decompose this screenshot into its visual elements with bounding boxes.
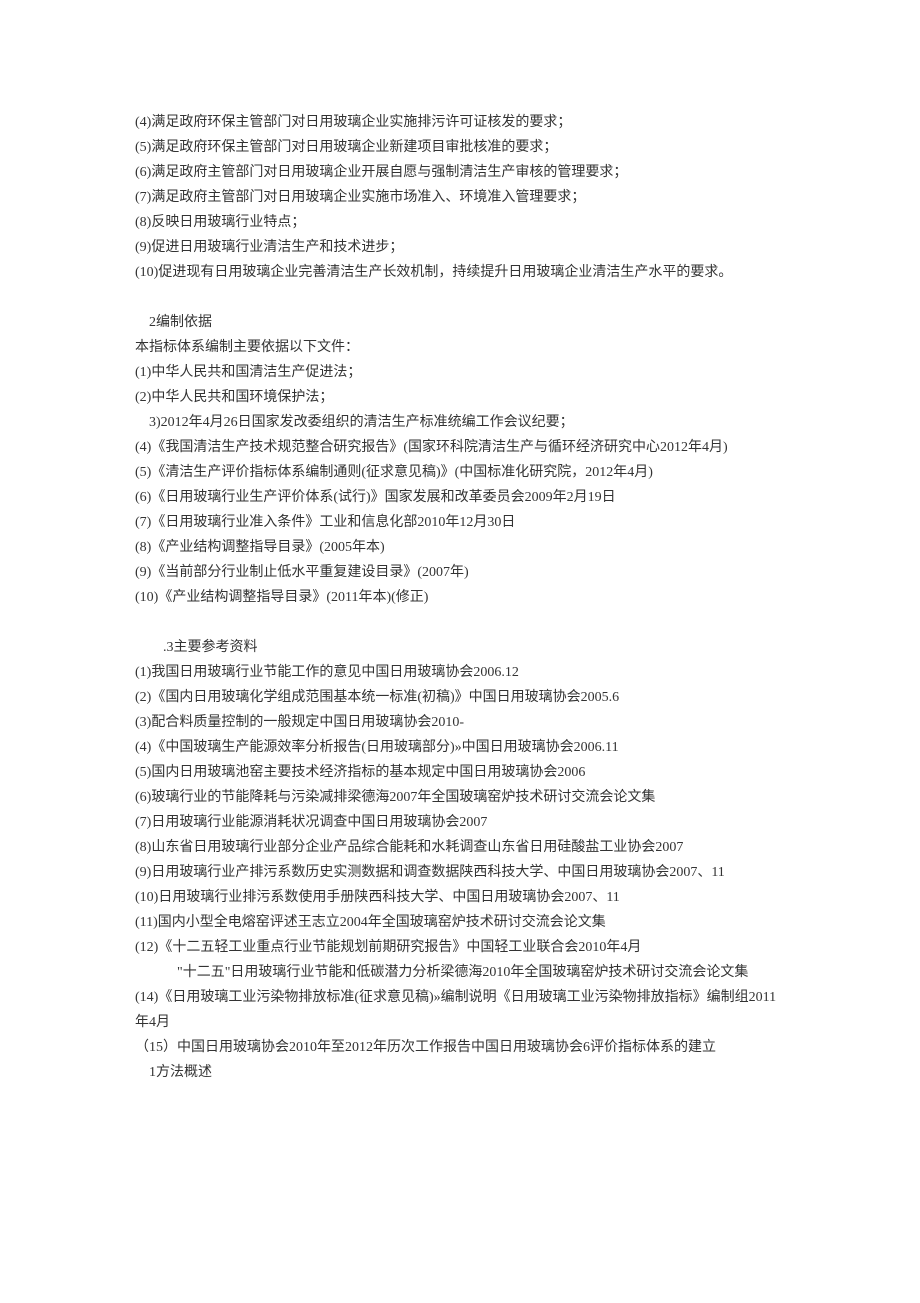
section-basis: 2编制依据 本指标体系编制主要依据以下文件： (1)中华人民共和国清洁生产促进法… — [135, 310, 785, 610]
list-item: (4)满足政府环保主管部门对日用玻璃企业实施排污许可证核发的要求； — [135, 110, 785, 135]
list-item: (7)《日用玻璃行业准入条件》工业和信息化部2010年12月30日 — [135, 510, 785, 535]
list-item: (14)《日用玻璃工业污染物排放标准(征求意见稿)»编制说明《日用玻璃工业污染物… — [135, 985, 785, 1035]
list-item: (9)日用玻璃行业产排污系数历史实测数据和调查数据陕西科技大学、中国日用玻璃协会… — [135, 860, 785, 885]
list-item: (7)日用玻璃行业能源消耗状况调查中国日用玻璃协会2007 — [135, 810, 785, 835]
list-item: （15）中国日用玻璃协会2010年至2012年历次工作报告中国日用玻璃协会6评价… — [135, 1035, 785, 1060]
spacer — [135, 610, 785, 635]
list-item: (2)《国内日用玻璃化学组成范围基本统一标准(初稿)》中国日用玻璃协会2005.… — [135, 685, 785, 710]
list-item: (6)满足政府主管部门对日用玻璃企业开展自愿与强制清洁生产审核的管理要求； — [135, 160, 785, 185]
list-item: 3)2012年4月26日国家发改委组织的清洁生产标准统编工作会议纪要； — [135, 410, 785, 435]
list-item: (7)满足政府主管部门对日用玻璃企业实施市场准入、环境准入管理要求； — [135, 185, 785, 210]
list-item: (6)玻璃行业的节能降耗与污染减排梁德海2007年全国玻璃窑炉技术研讨交流会论文… — [135, 785, 785, 810]
section-title: .3主要参考资料 — [135, 635, 785, 660]
spacer — [135, 285, 785, 310]
list-item: (10)《产业结构调整指导目录》(2011年本)(修正) — [135, 585, 785, 610]
list-item: (9)促进日用玻璃行业清洁生产和技术进步； — [135, 235, 785, 260]
list-item: (4)《我国清洁生产技术规范整合研究报告》(国家环科院清洁生产与循环经济研究中心… — [135, 435, 785, 460]
section-references: .3主要参考资料 (1)我国日用玻璃行业节能工作的意见中国日用玻璃协会2006.… — [135, 635, 785, 1085]
list-item: (3)配合料质量控制的一般规定中国日用玻璃协会2010- — [135, 710, 785, 735]
list-item: (9)《当前部分行业制止低水平重复建设目录》(2007年) — [135, 560, 785, 585]
list-item: (1)我国日用玻璃行业节能工作的意见中国日用玻璃协会2006.12 — [135, 660, 785, 685]
list-item: (2)中华人民共和国环境保护法； — [135, 385, 785, 410]
list-item: (10)日用玻璃行业排污系数使用手册陕西科技大学、中国日用玻璃协会2007、11 — [135, 885, 785, 910]
list-item: (8)山东省日用玻璃行业部分企业产品综合能耗和水耗调查山东省日用硅酸盐工业协会2… — [135, 835, 785, 860]
section-title: 2编制依据 — [135, 310, 785, 335]
section-intro: 本指标体系编制主要依据以下文件： — [135, 335, 785, 360]
section-requirements: (4)满足政府环保主管部门对日用玻璃企业实施排污许可证核发的要求； (5)满足政… — [135, 110, 785, 285]
list-item: "十二五"日用玻璃行业节能和低碳潜力分析梁德海2010年全国玻璃窑炉技术研讨交流… — [135, 960, 785, 985]
list-item: (12)《十二五轻工业重点行业节能规划前期研究报告》中国轻工业联合会2010年4… — [135, 935, 785, 960]
document-page: (4)满足政府环保主管部门对日用玻璃企业实施排污许可证核发的要求； (5)满足政… — [0, 0, 920, 1165]
list-item: (8)反映日用玻璃行业特点； — [135, 210, 785, 235]
list-item: (10)促进现有日用玻璃企业完善清洁生产长效机制，持续提升日用玻璃企业清洁生产水… — [135, 260, 785, 285]
list-item: (5)国内日用玻璃池窑主要技术经济指标的基本规定中国日用玻璃协会2006 — [135, 760, 785, 785]
list-item: (11)国内小型全电熔窑评述王志立2004年全国玻璃窑炉技术研讨交流会论文集 — [135, 910, 785, 935]
list-item: (5)《清洁生产评价指标体系编制通则(征求意见稿)》(中国标准化研究院，2012… — [135, 460, 785, 485]
list-item: (4)《中国玻璃生产能源效率分析报告(日用玻璃部分)»中国日用玻璃协会2006.… — [135, 735, 785, 760]
list-item: (5)满足政府环保主管部门对日用玻璃企业新建项目审批核准的要求； — [135, 135, 785, 160]
list-item: (8)《产业结构调整指导目录》(2005年本) — [135, 535, 785, 560]
list-item: (1)中华人民共和国清洁生产促进法； — [135, 360, 785, 385]
section-closing: 1方法概述 — [135, 1060, 785, 1085]
list-item: (6)《日用玻璃行业生产评价体系(试行)》国家发展和改革委员会2009年2月19… — [135, 485, 785, 510]
